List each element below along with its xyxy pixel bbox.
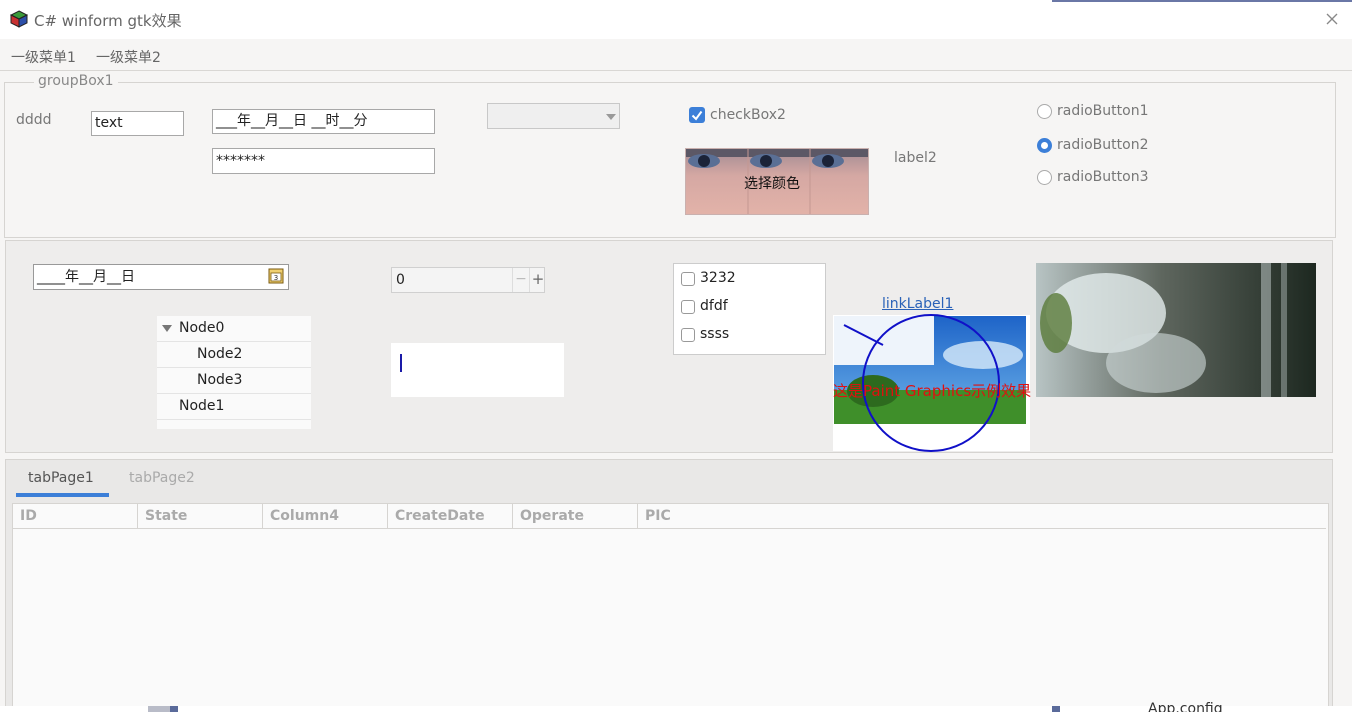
tree-node-label: Node2 — [197, 346, 243, 362]
tree-node-row[interactable]: Node1 — [157, 394, 311, 420]
paint-canvas: 这是Paint Graphics示例效果 — [833, 314, 1032, 452]
tree-node-row[interactable]: Node2 — [157, 342, 311, 368]
app-window: C# winform gtk效果 一级菜单1 一级菜单2 groupBox1 d… — [0, 0, 1352, 712]
password-input[interactable]: ******* — [212, 148, 435, 174]
waterfall-picture — [1036, 263, 1316, 397]
list-item-label[interactable]: dfdf — [700, 298, 728, 314]
column-header[interactable]: Column4 — [263, 504, 388, 529]
date-masked-input[interactable]: ____年__月__日 — [33, 264, 289, 290]
link-label[interactable]: linkLabel1 — [882, 296, 953, 312]
minus-icon[interactable]: − — [513, 271, 529, 287]
app-cube-icon — [10, 10, 28, 28]
svg-text:3: 3 — [274, 274, 278, 282]
top-edge-strip — [1052, 0, 1352, 2]
list-checkbox[interactable] — [681, 272, 695, 286]
groupbox-title: groupBox1 — [34, 73, 118, 89]
checkbox2-box[interactable] — [689, 107, 705, 123]
multiline-textbox[interactable] — [391, 343, 564, 397]
radio-button-2[interactable] — [1037, 138, 1052, 153]
color-button-label: 选择颜色 — [744, 176, 800, 192]
tree-node-label: Node3 — [197, 372, 243, 388]
color-picker-button[interactable]: 选择颜色 — [685, 148, 869, 215]
title-bar: C# winform gtk效果 — [0, 0, 1352, 39]
checkmark-icon — [691, 110, 703, 121]
calendar-icon[interactable]: 3 — [268, 268, 284, 284]
radio-button-2-label[interactable]: radioButton2 — [1057, 137, 1148, 153]
label2: label2 — [894, 150, 937, 166]
radio-button-3[interactable] — [1037, 170, 1052, 185]
radio-button-1-label[interactable]: radioButton1 — [1057, 103, 1148, 119]
plus-icon[interactable]: + — [530, 270, 546, 288]
taskbar-fragment — [170, 706, 178, 712]
column-header[interactable]: Operate — [513, 504, 638, 529]
tree-node-label: Node1 — [179, 398, 225, 414]
text-input[interactable]: text — [91, 111, 184, 136]
menu-item-1[interactable]: 一级菜单1 — [11, 47, 76, 67]
column-header[interactable]: PIC — [638, 504, 1326, 529]
data-grid — [12, 503, 1329, 712]
expander-down-icon[interactable] — [162, 325, 172, 332]
checked-listbox: 3232 dfdf ssss — [673, 263, 826, 355]
list-checkbox[interactable] — [681, 300, 695, 314]
list-checkbox[interactable] — [681, 328, 695, 342]
column-header[interactable]: CreateDate — [388, 504, 513, 529]
column-header[interactable]: State — [138, 504, 263, 529]
checkbox2-label[interactable]: checkBox2 — [710, 107, 786, 123]
datetime-masked-input[interactable]: ___年__月__日 __时__分 — [212, 109, 435, 134]
tree-node-label: Node0 — [179, 320, 225, 336]
numeric-spinbox[interactable]: 0 − + — [391, 267, 545, 293]
taskbar-text: App.config — [1148, 701, 1223, 712]
chevron-down-icon — [606, 114, 616, 120]
tab-page-2[interactable]: tabPage2 — [129, 470, 195, 486]
tree-node-row[interactable]: Node3 — [157, 368, 311, 394]
radio-button-3-label[interactable]: radioButton3 — [1057, 169, 1148, 185]
radio-button-1[interactable] — [1037, 104, 1052, 119]
combo-box[interactable] — [487, 103, 620, 129]
paint-text: 这是Paint Graphics示例效果 — [833, 382, 1032, 400]
label-dddd: dddd — [16, 112, 52, 128]
list-item-label[interactable]: ssss — [700, 326, 729, 342]
taskbar-fragment — [1052, 706, 1060, 712]
column-header[interactable]: ID — [13, 504, 138, 529]
taskbar-fragment — [148, 706, 170, 712]
menu-bar: 一级菜单1 一级菜单2 — [0, 39, 1352, 71]
tree-view: Node0 Node2 Node3 Node1 — [157, 316, 311, 429]
window-title: C# winform gtk效果 — [34, 12, 182, 30]
spin-value: 0 — [396, 272, 405, 288]
menu-item-2[interactable]: 一级菜单2 — [96, 47, 161, 67]
active-tab-indicator — [16, 493, 109, 497]
tree-node-row[interactable]: Node0 — [157, 316, 311, 342]
text-cursor — [400, 354, 402, 372]
list-item-label[interactable]: 3232 — [700, 270, 736, 286]
tab-page-1[interactable]: tabPage1 — [28, 470, 94, 486]
tab-strip — [6, 460, 1330, 498]
close-icon[interactable] — [1322, 9, 1342, 29]
